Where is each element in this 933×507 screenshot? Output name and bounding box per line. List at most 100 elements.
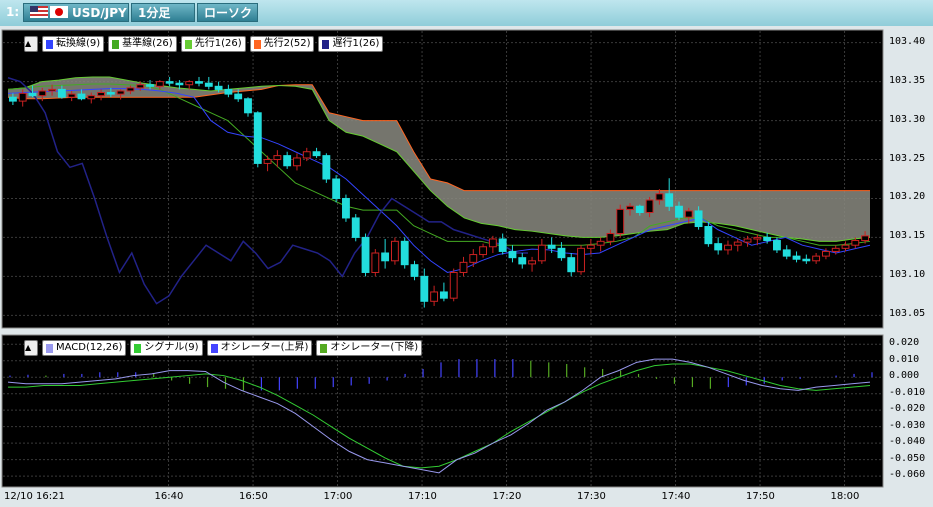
candle-up [479, 246, 488, 256]
legend-kijun[interactable]: 基準線(26) [108, 36, 177, 52]
y-tick-label: 103.15 [889, 230, 926, 242]
candle-up [596, 240, 605, 246]
candle-down [165, 81, 174, 84]
candle-down [351, 217, 360, 238]
candle-up [626, 205, 634, 210]
collapse-macd-button[interactable]: ▲ [24, 340, 38, 356]
candle-down [146, 84, 154, 87]
x-tick-label: 17:20 [492, 491, 522, 502]
legend-senkou2[interactable]: 先行2(52) [249, 36, 315, 52]
candle-down [508, 250, 517, 259]
macd-legend: ▲ MACD(12,26) シグナル(9) オシレーター(上昇) オシレーター(… [24, 340, 423, 356]
candle-down [782, 249, 791, 257]
candle-down [400, 240, 409, 266]
candle-up [430, 291, 439, 302]
candle-down [635, 205, 644, 213]
candle-up [831, 247, 840, 252]
macd-y-tick-label: -0.050 [889, 452, 926, 464]
chart-canvas[interactable] [0, 0, 933, 507]
x-tick-label: 18:00 [830, 491, 860, 502]
senkou2-swatch [253, 39, 261, 49]
collapse-main-button[interactable]: ▲ [24, 36, 38, 52]
candle-up [586, 244, 595, 249]
candle-up [390, 240, 399, 262]
candle-down [322, 155, 331, 180]
legend-senkou1[interactable]: 先行1(26) [180, 36, 246, 52]
candle-down [342, 197, 350, 219]
candle-down [381, 252, 390, 262]
candle-up [263, 159, 272, 164]
candle-up [724, 244, 732, 251]
main-legend: ▲ 転換線(9) 基準線(26) 先行1(26) 先行2(52) 遅行1(26) [24, 36, 384, 52]
candle-down [204, 82, 213, 87]
candle-down [714, 243, 723, 251]
candle-down [57, 88, 66, 98]
candle-down [773, 240, 781, 251]
candle-up [185, 81, 194, 86]
x-tick-label: 17:00 [323, 491, 353, 502]
candle-up [616, 208, 625, 235]
candle-down [195, 81, 203, 84]
macd-y-tick-label: -0.040 [889, 436, 926, 448]
candle-up [38, 90, 47, 97]
kijun-swatch [112, 39, 120, 49]
macd-y-tick-label: -0.010 [889, 386, 926, 398]
candle-down [28, 92, 37, 97]
candle-up [861, 235, 870, 242]
candle-up [273, 155, 282, 161]
legend-osc-down-label: オシレーター(下降) [330, 342, 419, 353]
signal-swatch [134, 343, 142, 353]
candle-down [557, 247, 566, 259]
x-tick-label: 17:40 [661, 491, 691, 502]
candle-up [371, 252, 380, 273]
candle-up [67, 93, 76, 98]
candle-down [547, 244, 556, 249]
candle-down [332, 178, 341, 199]
legend-osc-up-label: オシレーター(上昇) [220, 342, 309, 353]
candle-up [606, 233, 615, 242]
candle-down [106, 92, 115, 95]
candle-up [18, 92, 27, 102]
y-tick-label: 103.30 [889, 113, 926, 125]
candle-down [234, 93, 243, 100]
x-tick-label: 17:10 [408, 491, 437, 502]
macd-y-tick-label: -0.030 [889, 419, 926, 431]
candle-down [224, 88, 233, 95]
legend-macd[interactable]: MACD(12,26) [42, 340, 127, 356]
candle-up [459, 261, 468, 273]
candle-down [410, 264, 419, 277]
candle-up [97, 92, 105, 97]
tenkan-swatch [46, 39, 53, 49]
candle-up [655, 193, 664, 201]
candle-down [498, 238, 507, 252]
main-plot-area [1, 29, 884, 329]
candle-up [753, 236, 762, 240]
candle-down [675, 205, 683, 218]
candle-down [283, 155, 292, 167]
candle-up [155, 81, 164, 87]
macd-y-tick-label: -0.020 [889, 403, 926, 415]
candle-up [469, 254, 478, 263]
macd-y-tick-label: 0.020 [889, 337, 920, 349]
legend-kijun-label: 基準線(26) [122, 38, 173, 49]
y-tick-label: 103.20 [889, 191, 926, 203]
candle-down [361, 236, 370, 273]
candle-up [841, 244, 850, 249]
candle-up [449, 271, 458, 299]
osc-down-swatch [320, 343, 328, 353]
legend-tenkan-label: 転換線(9) [56, 38, 101, 49]
y-tick-label: 103.05 [889, 308, 926, 320]
candle-up [488, 238, 497, 248]
legend-osc-up[interactable]: オシレーター(上昇) [206, 340, 313, 356]
candle-down [763, 236, 772, 242]
legend-tenkan[interactable]: 転換線(9) [42, 36, 105, 52]
legend-signal[interactable]: シグナル(9) [130, 340, 203, 356]
candle-up [116, 90, 125, 95]
candle-up [812, 255, 821, 262]
legend-osc-down[interactable]: オシレーター(下降) [316, 340, 423, 356]
legend-chikou[interactable]: 遅行1(26) [318, 36, 384, 52]
candle-down [8, 96, 17, 102]
x-tick-label: 16:40 [154, 491, 184, 502]
y-tick-label: 103.35 [889, 74, 926, 86]
candle-up [577, 247, 585, 273]
